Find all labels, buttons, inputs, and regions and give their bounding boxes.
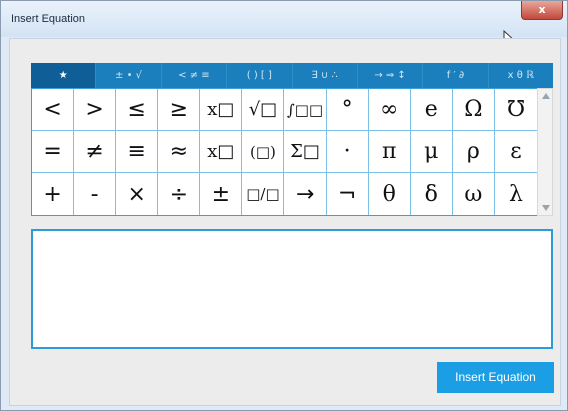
symbol-equals[interactable]: =	[32, 131, 75, 173]
symbol-right-arrow[interactable]: →	[284, 173, 327, 215]
tab-greek-letters[interactable]: x θ ℝ	[489, 63, 553, 88]
scroll-up-icon[interactable]	[542, 93, 550, 99]
symbol-less-equal[interactable]: ≤	[116, 89, 159, 131]
symbol-pi[interactable]: π	[368, 131, 411, 173]
symbol-omega[interactable]: ω	[453, 173, 495, 215]
symbol-rho[interactable]: ρ	[452, 131, 495, 173]
symbol-identical[interactable]: ≡	[116, 131, 159, 173]
symbol-e[interactable]: e	[410, 89, 453, 131]
symbol-not[interactable]: ¬	[327, 173, 369, 215]
insert-equation-dialog: Insert Equation x ★ ± • √ < ≠ ≡ ( ) [ ] …	[0, 0, 568, 411]
symbol-greater-equal[interactable]: ≥	[158, 89, 201, 131]
symbol-dot[interactable]: ·	[326, 131, 369, 173]
symbol-infinity[interactable]: ∞	[368, 89, 411, 131]
symbol-grid-scrollbar[interactable]	[537, 88, 553, 216]
symbol-greater-than[interactable]: >	[74, 89, 117, 131]
symbol-not-equal[interactable]: ≠	[74, 131, 117, 173]
symbol-subscript-template[interactable]: x□	[200, 131, 243, 173]
symbol-times[interactable]: ×	[116, 173, 159, 215]
symbol-epsilon[interactable]: ε	[494, 131, 537, 173]
symbol-mho[interactable]: ℧	[494, 89, 537, 131]
tab-operators[interactable]: ± • √	[96, 63, 162, 88]
tab-brackets[interactable]: ( ) [ ]	[227, 63, 293, 88]
symbol-fraction-template[interactable]: □/□	[242, 173, 285, 215]
tab-logic-sets[interactable]: ∃ ∪ ∴	[293, 63, 358, 88]
symbol-omega-upper[interactable]: Ω	[452, 89, 495, 131]
window-title: Insert Equation	[11, 13, 85, 25]
equation-editor[interactable]	[31, 229, 553, 349]
close-button[interactable]: x	[521, 1, 563, 20]
symbol-square-root-template[interactable]: √□	[242, 89, 285, 131]
symbol-minus[interactable]: -	[74, 173, 117, 215]
tab-arrows[interactable]: → ⇒ ↕	[358, 63, 424, 88]
symbol-sum-template[interactable]: Σ□	[284, 131, 327, 173]
tab-favorites[interactable]: ★	[31, 63, 97, 88]
symbol-lambda[interactable]: λ	[495, 173, 537, 215]
dialog-body: ★ ± • √ < ≠ ≡ ( ) [ ] ∃ ∪ ∴ → ⇒ ↕ f ′ ∂ …	[9, 38, 561, 406]
insert-equation-button[interactable]: Insert Equation	[437, 362, 554, 393]
symbol-degree[interactable]: °	[326, 89, 369, 131]
scroll-down-icon[interactable]	[542, 205, 550, 211]
symbol-theta[interactable]: θ	[369, 173, 411, 215]
symbol-approx[interactable]: ≈	[158, 131, 201, 173]
symbol-integral-template[interactable]: ∫□□	[284, 89, 327, 131]
symbol-delta[interactable]: δ	[411, 173, 453, 215]
title-bar: Insert Equation x	[1, 1, 567, 50]
symbol-superscript-template[interactable]: x□	[200, 89, 243, 131]
tab-relations[interactable]: < ≠ ≡	[162, 63, 228, 88]
symbol-category-tabs: ★ ± • √ < ≠ ≡ ( ) [ ] ∃ ∪ ∴ → ⇒ ↕ f ′ ∂ …	[31, 63, 553, 88]
tab-calculus[interactable]: f ′ ∂	[423, 63, 489, 88]
symbol-divide[interactable]: ÷	[158, 173, 201, 215]
symbol-plus-minus[interactable]: ±	[200, 173, 243, 215]
symbol-less-than[interactable]: <	[32, 89, 75, 131]
symbol-grid: < > ≤ ≥ x□ √□ ∫□□ ° ∞ e Ω ℧ = ≠ ≡ ≈ x□ (…	[31, 88, 538, 216]
symbol-plus[interactable]: +	[32, 173, 75, 215]
symbol-parentheses-template[interactable]: (□)	[242, 131, 285, 173]
symbol-mu[interactable]: μ	[410, 131, 453, 173]
